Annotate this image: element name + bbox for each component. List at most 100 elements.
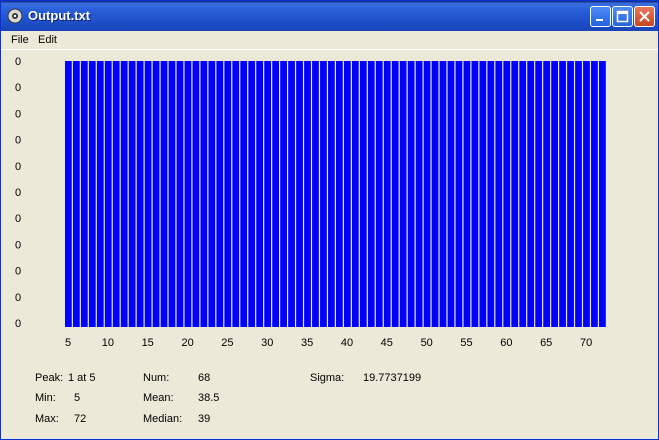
histogram-bar bbox=[527, 61, 535, 327]
histogram-bar bbox=[288, 61, 295, 327]
histogram-bar bbox=[479, 61, 487, 327]
histogram-bar bbox=[511, 61, 519, 327]
min-label: Min: bbox=[35, 392, 56, 404]
y-tick-label: 0 bbox=[15, 135, 21, 147]
histogram-bar bbox=[455, 61, 463, 327]
histogram-bar bbox=[304, 61, 311, 327]
histogram-bar bbox=[80, 61, 88, 327]
x-tick-label: 60 bbox=[500, 337, 512, 349]
histogram-bar bbox=[503, 61, 511, 327]
app-icon[interactable] bbox=[7, 8, 23, 24]
histogram-bar bbox=[575, 61, 582, 327]
histogram-bar bbox=[120, 61, 128, 327]
y-tick-label: 0 bbox=[15, 318, 21, 330]
histogram-chart: 0 0 0 0 0 0 0 0 0 0 0 5 10 15 20 25 30 35 40 45 50 55 60 65 70 bbox=[15, 56, 606, 349]
median-value: 39 bbox=[198, 413, 211, 425]
peak-label: Peak: bbox=[35, 372, 64, 384]
histogram-bar bbox=[320, 61, 327, 327]
x-tick-label: 25 bbox=[221, 337, 233, 349]
histogram-bar bbox=[168, 61, 176, 327]
histogram-bar bbox=[160, 61, 168, 327]
menu-file[interactable]: File bbox=[11, 34, 29, 46]
max-value: 72 bbox=[74, 413, 87, 425]
histogram-bar bbox=[439, 61, 447, 327]
histogram-bar bbox=[447, 61, 455, 327]
histogram-bar bbox=[543, 61, 551, 327]
histogram-bar bbox=[104, 61, 112, 327]
max-label: Max: bbox=[35, 413, 59, 425]
x-tick-label: 5 bbox=[65, 337, 71, 349]
histogram-bar bbox=[72, 61, 80, 327]
histogram-bar bbox=[65, 61, 72, 327]
y-tick-label: 0 bbox=[15, 239, 21, 251]
y-tick-label: 0 bbox=[15, 187, 21, 199]
histogram-area: 0 0 0 0 0 0 0 0 0 0 0 5 10 15 20 25 30 35 40 45 50 55 60 65 70 bbox=[1, 51, 658, 359]
x-tick-label: 30 bbox=[261, 337, 273, 349]
histogram-bar bbox=[248, 61, 256, 327]
histogram-bar bbox=[591, 61, 598, 327]
histogram-bar bbox=[391, 61, 399, 327]
x-tick-label: 15 bbox=[142, 337, 154, 349]
histogram-bar bbox=[312, 61, 319, 327]
histogram-bar bbox=[559, 61, 566, 327]
histogram-bar bbox=[383, 61, 391, 327]
y-tick-label: 0 bbox=[15, 266, 21, 278]
histogram-bar bbox=[519, 61, 527, 327]
histogram-bar bbox=[367, 61, 375, 327]
median-label: Median: bbox=[143, 413, 183, 425]
app-window: Output.txt File Edit 0 0 0 0 0 0 0 0 0 0 0 5 10 15 20 2… bbox=[0, 0, 659, 440]
menu-edit[interactable]: Edit bbox=[38, 34, 57, 46]
histogram-bar bbox=[351, 61, 359, 327]
x-tick-label: 65 bbox=[540, 337, 552, 349]
min-value: 5 bbox=[74, 392, 81, 404]
histogram-bar bbox=[280, 61, 287, 327]
histogram-bar bbox=[176, 61, 184, 327]
mean-value: 38.5 bbox=[198, 392, 220, 404]
histogram-bar bbox=[487, 61, 495, 327]
minimize-icon bbox=[596, 19, 603, 21]
histogram-bar bbox=[240, 61, 248, 327]
histogram-bar bbox=[256, 61, 264, 327]
x-tick-label: 50 bbox=[421, 337, 433, 349]
histogram-bar bbox=[136, 61, 144, 327]
histogram-bar bbox=[232, 61, 240, 327]
close-button[interactable] bbox=[634, 6, 655, 27]
window-title: Output.txt bbox=[28, 8, 91, 23]
histogram-bar bbox=[359, 61, 367, 327]
histogram-bar bbox=[216, 61, 224, 327]
histogram-bar bbox=[128, 61, 136, 327]
y-tick-label: 0 bbox=[15, 292, 21, 304]
histogram-bar bbox=[296, 61, 303, 327]
histogram-bar bbox=[599, 61, 606, 327]
histogram-bar bbox=[375, 61, 383, 327]
maximize-button[interactable] bbox=[612, 6, 633, 27]
sigma-label: Sigma: bbox=[310, 372, 345, 384]
histogram-bar bbox=[144, 61, 152, 327]
title-bar[interactable]: Output.txt bbox=[1, 1, 658, 31]
maximize-icon bbox=[616, 10, 629, 23]
histogram-bar bbox=[184, 61, 192, 327]
histogram-bar bbox=[224, 61, 232, 327]
histogram-bar bbox=[112, 61, 120, 327]
minimize-button[interactable] bbox=[590, 6, 611, 27]
y-tick-label: 0 bbox=[15, 108, 21, 120]
x-tick-label: 45 bbox=[381, 337, 393, 349]
num-label: Num: bbox=[143, 372, 170, 384]
close-icon bbox=[639, 11, 650, 22]
y-tick-label: 0 bbox=[15, 82, 21, 94]
histogram-bar bbox=[431, 61, 439, 327]
x-tick-label: 35 bbox=[301, 337, 313, 349]
histogram-bar bbox=[399, 61, 407, 327]
mean-label: Mean: bbox=[143, 392, 174, 404]
histogram-bar bbox=[407, 61, 415, 327]
histogram-bar bbox=[264, 61, 272, 327]
x-tick-label: 20 bbox=[181, 337, 193, 349]
histogram-bar bbox=[415, 61, 423, 327]
histogram-bar bbox=[463, 61, 471, 327]
histogram-bar bbox=[471, 61, 479, 327]
histogram-bar bbox=[192, 61, 200, 327]
y-tick-label: 0 bbox=[15, 213, 21, 225]
histogram-bar bbox=[336, 61, 343, 327]
peak-value: 1 at 5 bbox=[68, 372, 96, 384]
histogram-bar bbox=[272, 61, 280, 327]
